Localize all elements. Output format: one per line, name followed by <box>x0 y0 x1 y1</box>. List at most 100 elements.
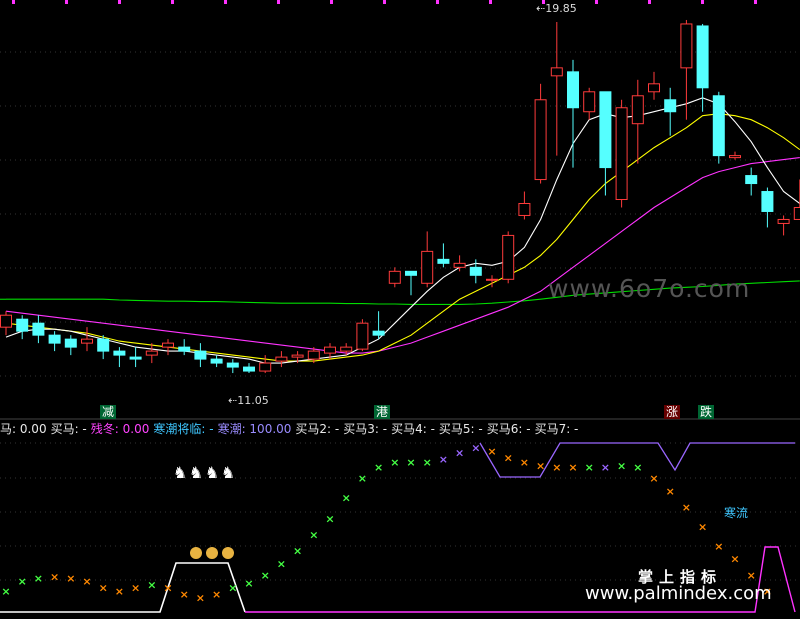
top-marker <box>171 0 174 4</box>
candle-body <box>340 346 353 352</box>
legend-item: 买马5: - <box>438 422 483 436</box>
legend-item: 马: 0.00 <box>0 422 47 436</box>
indicator-point: × <box>325 512 334 525</box>
candle-body <box>615 107 628 201</box>
indicator-point: × <box>115 585 124 598</box>
indicator-label-cold: 寒流 <box>724 506 749 520</box>
indicator-point: × <box>66 572 75 585</box>
candle-body <box>275 356 288 362</box>
top-marker <box>436 0 439 4</box>
candle-body <box>761 191 774 212</box>
indicator-point: × <box>714 540 723 553</box>
indicator-point: × <box>212 588 221 601</box>
top-marker <box>118 0 121 4</box>
indicator-point: × <box>666 485 675 498</box>
candle-body <box>729 155 741 159</box>
indicator-point: × <box>504 451 513 464</box>
horse-icon: ♞ <box>189 463 203 482</box>
indicator-point: × <box>520 456 529 469</box>
horse-icon: ♞ <box>221 463 235 482</box>
top-marker <box>648 0 651 4</box>
stock-chart-window: ♞ ♞ ♞ ♞ × × × × × × × × × × × × × × × × × × × × × × × × × × × × × × × × × × × ×… <box>0 0 800 619</box>
candle-body <box>145 350 158 356</box>
candle-body <box>421 250 434 284</box>
indicator-point: × <box>536 459 545 472</box>
signal-tag-rise: 涨 <box>664 405 681 419</box>
legend-item: 寒潮: 100.00 <box>217 422 292 436</box>
candle-body <box>291 354 304 358</box>
indicator-point: × <box>601 461 610 474</box>
indicator-point: × <box>374 461 383 474</box>
top-marker <box>12 0 15 4</box>
indicator-point: × <box>50 570 59 583</box>
candle-body <box>16 318 29 332</box>
legend-item: 买马6: - <box>486 422 531 436</box>
indicator-point: × <box>439 453 448 466</box>
candle-body <box>550 67 563 77</box>
indicator-point: × <box>682 501 691 514</box>
top-marker <box>224 0 227 4</box>
indicator-point: × <box>487 445 496 458</box>
top-marker <box>65 0 68 4</box>
candle-body <box>356 322 369 350</box>
top-marker <box>701 0 704 4</box>
indicator-point: × <box>471 442 480 455</box>
candle-body <box>437 258 450 264</box>
watermark-site: www.6o7o.com <box>548 274 751 303</box>
indicator-point: × <box>730 553 739 566</box>
indicator-point: × <box>406 456 415 469</box>
legend-item: 买马: - <box>50 422 87 436</box>
candle-body <box>64 338 77 348</box>
high-price-label: ⇠19.85 <box>536 2 577 15</box>
candle-body <box>534 99 547 181</box>
low-price-label: ⇠11.05 <box>228 394 269 407</box>
signal-tag-fall: 跌 <box>698 405 715 419</box>
indicator-point: × <box>82 575 91 588</box>
indicator-point: × <box>309 529 318 542</box>
candle-body <box>648 83 660 93</box>
candle-body <box>324 346 336 354</box>
top-marker <box>754 0 757 4</box>
legend-item: 买马3: - <box>343 422 388 436</box>
top-marker <box>489 0 492 4</box>
indicator-point: × <box>99 582 108 595</box>
candle-body <box>631 95 644 125</box>
legend-item: 买马2: - <box>295 422 340 436</box>
candle-body <box>664 99 677 113</box>
indicator-point: × <box>455 446 464 459</box>
indicator-point: × <box>617 459 626 472</box>
top-marker <box>277 0 280 4</box>
candle-body <box>48 334 61 344</box>
legend-item: 寒潮将临: - <box>153 422 214 436</box>
candle-body <box>32 322 45 336</box>
indicator-point: × <box>147 578 156 591</box>
candle-body <box>162 342 174 348</box>
indicator-point: × <box>698 521 707 534</box>
candle-body <box>745 175 758 185</box>
indicator-point: × <box>552 461 561 474</box>
horse-icon: ♞ <box>205 463 219 482</box>
ma10-line <box>5 113 800 362</box>
indicator-point: × <box>131 582 140 595</box>
indicator-point: × <box>649 472 658 485</box>
watermark-url: www.palmindex.com <box>585 583 772 604</box>
legend-item: 买马7: - <box>534 422 579 436</box>
chart-canvas[interactable]: ♞ ♞ ♞ ♞×× × × × × × × × × × × × × × ××××××××× × × × × × × × × × × × ×… <box>0 0 800 619</box>
candle-body <box>388 270 401 284</box>
candle-body <box>259 362 272 372</box>
indicator-point: × <box>277 558 286 571</box>
candle-body <box>486 278 498 281</box>
money-bag-icon <box>190 547 202 559</box>
candle-body <box>226 362 239 368</box>
top-marker <box>383 0 386 4</box>
candle-body <box>405 270 417 276</box>
candle-body <box>210 358 223 364</box>
candle-body <box>97 338 110 352</box>
candle-body <box>372 330 385 336</box>
candle-body <box>453 262 466 268</box>
candle-body <box>793 206 800 220</box>
indicator-point: × <box>633 461 642 474</box>
candle-body <box>178 346 191 352</box>
indicator-point: × <box>568 461 577 474</box>
horse-icon: ♞ <box>173 463 187 482</box>
